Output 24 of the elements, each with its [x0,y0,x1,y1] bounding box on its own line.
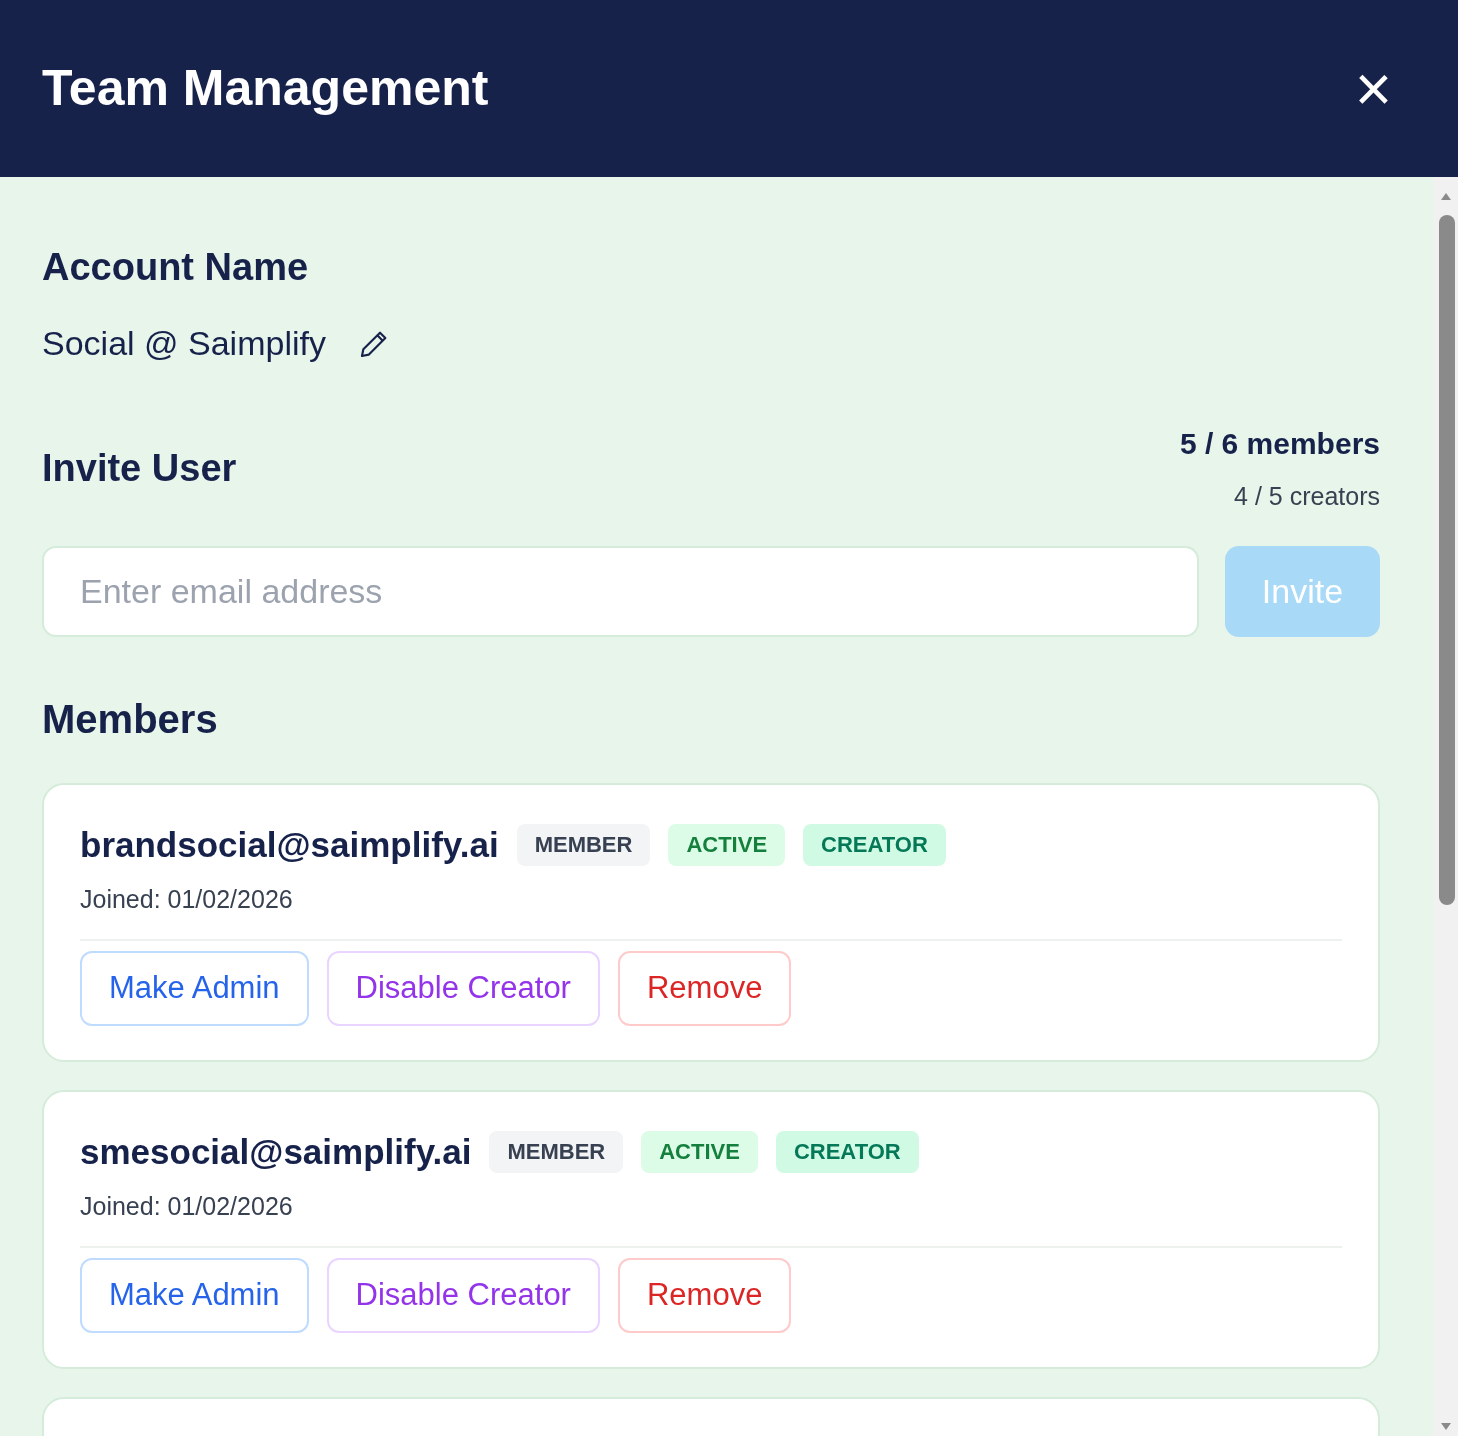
member-email: brandsocial@saimplify.ai [80,823,499,866]
section-heading: Invite User [42,445,237,491]
badge: CREATOR [775,1130,919,1173]
section-heading: Account Name [42,245,310,290]
action-button[interactable]: Disable Creator [326,950,600,1026]
action-button[interactable]: Make Admin [80,950,309,1026]
creator-count: 4 / 5 creators [1234,481,1380,512]
badge: ACTIVE [668,823,786,866]
badge: MEMBER [516,823,651,866]
member-email: smesocial@saimplify.ai [80,1130,472,1173]
close-button[interactable]: × [1354,56,1392,121]
badge: CREATOR [803,823,946,866]
window-title: Team Management [42,59,489,118]
badge: ACTIVE [641,1130,758,1173]
section-heading: Members [42,695,219,743]
account-name: Social @ Saimplify [42,323,326,364]
action-button[interactable]: Disable Creator [326,1257,600,1333]
badge: MEMBER [489,1130,624,1173]
member-count: 5 / 6 members [1179,426,1380,462]
action-button[interactable]: Remove [617,1257,792,1333]
join-date: Joined: 01/02/2026 [80,1188,1342,1248]
action-button[interactable]: Make Admin [80,1257,309,1333]
join-date: Joined: 01/02/2026 [80,881,1342,941]
action-button[interactable]: Remove [617,950,792,1026]
